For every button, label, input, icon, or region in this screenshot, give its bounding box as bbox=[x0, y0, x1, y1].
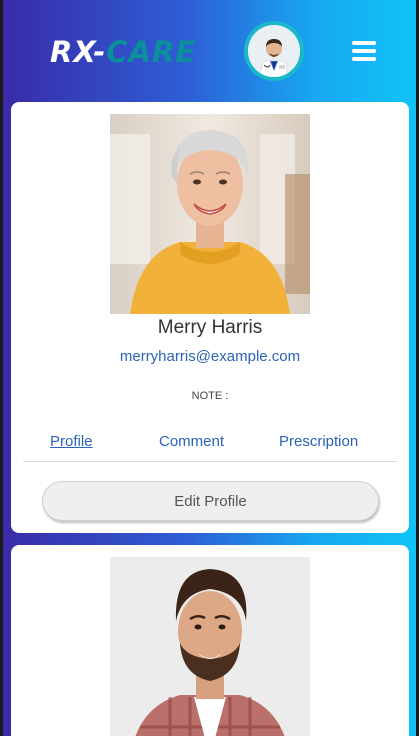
patient-card: Merry Harris merryharris@example.com NOT… bbox=[11, 102, 409, 533]
patient-photo bbox=[110, 557, 310, 736]
user-avatar[interactable] bbox=[244, 21, 304, 81]
app-logo[interactable]: RX-CARE bbox=[50, 32, 196, 72]
patient-tabs: Profile Comment Prescription bbox=[23, 432, 397, 462]
patient-email-link[interactable]: merryharris@example.com bbox=[11, 347, 409, 367]
tab-profile[interactable]: Profile bbox=[50, 432, 93, 452]
doctor-avatar-icon bbox=[248, 25, 300, 77]
patient-card bbox=[11, 545, 409, 736]
logo-prefix: RX- bbox=[50, 35, 107, 69]
tab-comment[interactable]: Comment bbox=[159, 432, 224, 452]
app-header: RX-CARE bbox=[0, 0, 419, 100]
tab-prescription[interactable]: Prescription bbox=[279, 432, 358, 452]
note-label: NOTE : bbox=[191, 390, 229, 402]
menu-line bbox=[352, 57, 376, 61]
frame-edge bbox=[0, 0, 3, 736]
menu-line bbox=[352, 49, 376, 53]
menu-line bbox=[352, 41, 376, 45]
hamburger-menu-icon[interactable] bbox=[352, 41, 378, 63]
logo-suffix: CARE bbox=[106, 35, 197, 69]
patient-name: Merry Harris bbox=[157, 317, 263, 338]
patient-photo bbox=[110, 114, 310, 314]
edit-profile-button[interactable]: Edit Profile bbox=[42, 481, 379, 521]
